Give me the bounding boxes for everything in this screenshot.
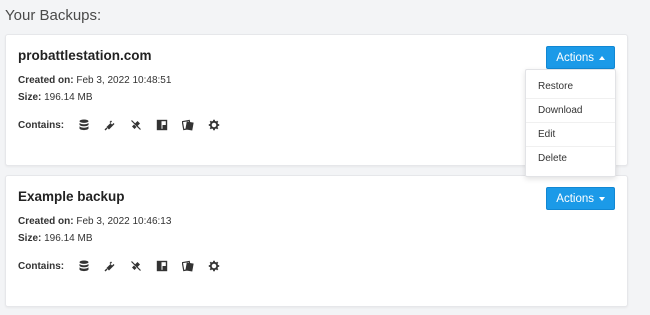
menu-item-restore[interactable]: Restore	[526, 75, 615, 99]
plug-disconnected-icon	[127, 117, 144, 134]
database-icon	[75, 258, 92, 275]
contains-label: Contains:	[18, 260, 65, 272]
contains-row: Contains:	[18, 258, 231, 274]
contains-label: Contains:	[18, 119, 65, 131]
theme-files-icon	[179, 258, 196, 275]
size-label: Size:	[18, 92, 42, 103]
actions-label: Actions	[556, 192, 594, 205]
page-title: Your Backups:	[5, 7, 102, 24]
created-value: Feb 3, 2022 10:46:13	[76, 216, 172, 227]
caret-up-icon	[599, 55, 605, 60]
actions-button[interactable]: Actions	[546, 46, 615, 69]
actions-label: Actions	[556, 51, 594, 64]
actions-button[interactable]: Actions	[546, 187, 615, 210]
size-value: 196.14 MB	[44, 233, 93, 244]
backup-name: probattlestation.com	[18, 48, 152, 63]
plugin-icon	[101, 117, 118, 134]
created-on: Created on: Feb 3, 2022 10:48:51	[18, 75, 171, 86]
size-value: 196.14 MB	[44, 92, 93, 103]
gear-icon	[205, 258, 222, 275]
created-label: Created on:	[18, 75, 74, 86]
plug-disconnected-icon	[127, 258, 144, 275]
layout-icon	[153, 117, 170, 134]
backup-card: Example backup Created on: Feb 3, 2022 1…	[5, 175, 628, 307]
created-on: Created on: Feb 3, 2022 10:46:13	[18, 216, 171, 227]
database-icon	[75, 117, 92, 134]
actions-dropdown-menu: Restore Download Edit Delete	[525, 69, 616, 177]
created-value: Feb 3, 2022 10:48:51	[76, 75, 172, 86]
menu-item-edit[interactable]: Edit	[526, 123, 615, 147]
created-label: Created on:	[18, 216, 74, 227]
plugin-icon	[101, 258, 118, 275]
backup-size: Size: 196.14 MB	[18, 92, 93, 103]
backups-page: Your Backups: probattlestation.com Creat…	[0, 0, 650, 315]
theme-files-icon	[179, 117, 196, 134]
menu-item-delete[interactable]: Delete	[526, 147, 615, 171]
layout-icon	[153, 258, 170, 275]
menu-item-download[interactable]: Download	[526, 99, 615, 123]
backup-size: Size: 196.14 MB	[18, 233, 93, 244]
caret-down-icon	[599, 196, 605, 201]
gear-icon	[205, 117, 222, 134]
contains-row: Contains:	[18, 117, 231, 133]
backup-name: Example backup	[18, 189, 125, 204]
size-label: Size:	[18, 233, 42, 244]
